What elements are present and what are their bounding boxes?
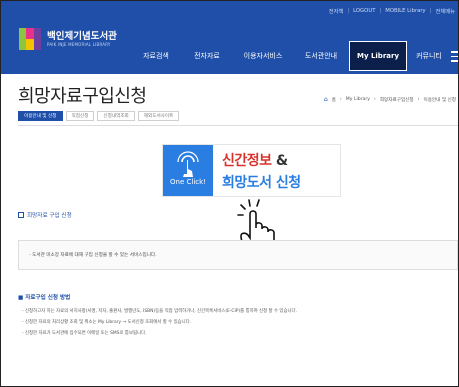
tab-direct-request[interactable]: 직접신청 [65,111,95,121]
utility-link-sitemap[interactable]: 전체메뉴 [433,7,459,15]
divider [18,125,458,126]
method-step: - 신청하고자 하는 자료의 서지사항(서명, 저자, 출판사, 발행년도, I… [22,309,297,314]
breadcrumb-request[interactable]: 희망자료구입신청 [380,97,414,103]
one-click-label: One Click! [170,178,206,186]
banner-headline: 신간정보 [222,153,272,169]
page-title: 희망자료구입신청 [18,86,147,107]
nav-item-e-resources[interactable]: 전자자료 [181,41,233,71]
checkbox-icon [18,212,24,218]
menu-icon[interactable] [451,51,458,65]
tab-request-history[interactable]: 신청내역조회 [97,111,135,121]
breadcrumb-current: 이용안내 및 신청 [423,97,456,103]
nav-item-user-services[interactable]: 이용자서비스 [233,41,293,71]
breadcrumb-separator: › [339,97,342,102]
touch-icon [177,151,199,177]
one-click-button[interactable]: One Click! [163,145,213,196]
main-navigation: 자료검색 전자자료 이용자서비스 도서관안내 My Library 커뮤니티 [131,41,451,71]
breadcrumb-separator: › [417,97,420,102]
logo-name: 백인제기념도서관 [47,30,117,42]
banner-subheadline: 희망도서 신청 [222,175,301,191]
method-step: - 신청한 자료가 도서관에 입수되면 이메일 또는 SMS로 통보됩니다. [22,331,147,336]
page-frame: 전자책 | LOGOUT | MOBILE Library | 전체메뉴 백인제기념도… [0,0,459,387]
section-request-heading: 희망자료 구입 신청 [18,211,72,219]
breadcrumb-separator: › [373,97,376,102]
nav-item-search[interactable]: 자료검색 [131,41,181,71]
breadcrumb-home[interactable]: 홈 [332,97,336,103]
tab-overseas-sites[interactable]: 해외도서사이트 [137,111,180,121]
utility-link-mobile[interactable]: MOBILE Library [382,8,428,14]
utility-link-logout[interactable]: LOGOUT [350,8,378,14]
section-method-heading: ■ 자료구입 신청 방법 [18,295,71,301]
utility-links: 전자책 | LOGOUT | MOBILE Library | 전체메뉴 [326,5,458,17]
section-request-title: 희망자료 구입 신청 [27,213,72,219]
nav-item-library-info[interactable]: 도서관안내 [293,41,349,71]
home-icon[interactable]: ⌂ [324,96,328,103]
tab-guide-and-request[interactable]: 이용안내 및 신청 [18,111,63,121]
breadcrumb-my-library[interactable]: My Library [346,97,370,102]
nav-item-community[interactable]: 커뮤니티 [407,41,451,71]
request-banner[interactable]: One Click! 신간정보 & 희망도서 신청 [162,144,341,197]
logo-subtitle: PAIK INJE MEMORIAL LIBRARY [47,41,111,47]
logo-mark-icon [19,28,41,50]
site-header: 전자책 | LOGOUT | MOBILE Library | 전체메뉴 백인제기념도… [1,1,458,74]
site-logo[interactable]: 백인제기념도서관 PAIK INJE MEMORIAL LIBRARY [19,28,117,50]
breadcrumb: ⌂ 홈 › My Library › 희망자료구입신청 › 이용안내 및 신청 [322,96,458,103]
utility-link-ebook[interactable]: 전자책 [326,7,347,15]
method-step: - 신청한 자료의 처리상황 조회 및 취소는 My Library → 도서신… [22,320,192,325]
sub-tabs: 이용안내 및 신청 직접신청 신청내역조회 해외도서사이트 [18,111,182,121]
service-description: - 도서관 미소장 자료에 대해 구입 신청을 할 수 있는 서비스입니다. [29,253,157,258]
banner-ampersand: & [275,153,288,169]
nav-item-my-library[interactable]: My Library [349,41,407,71]
info-panel: - 도서관 미소장 자료에 대해 구입 신청을 할 수 있는 서비스입니다. [18,240,458,270]
